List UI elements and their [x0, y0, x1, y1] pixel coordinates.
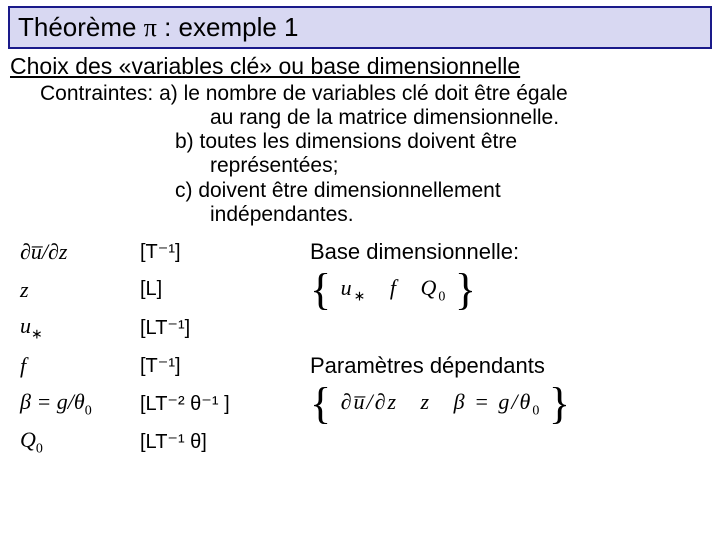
table-row: β = g/θ0 [LT⁻² θ⁻¹ ] { ∂u̅/∂z z β = g/θ0…: [20, 385, 720, 423]
dim-row4: [T⁻¹]: [140, 353, 310, 378]
symbol-dudz: ∂u̅/∂z: [20, 239, 140, 265]
dim-row1: [T⁻¹]: [140, 239, 310, 264]
table-row: f [T⁻¹] Paramètres dépendants: [20, 347, 720, 385]
symbol-z: z: [20, 277, 140, 303]
dim-row2: [L]: [140, 278, 310, 301]
constraint-c-line2: indépendantes.: [210, 203, 710, 227]
dim-row5: [LT⁻² θ⁻¹ ]: [140, 391, 310, 416]
table-row: ∂u̅/∂z [T⁻¹] Base dimensionnelle:: [20, 233, 720, 271]
constraints-block: Contraintes: a) le nombre de variables c…: [40, 82, 710, 227]
dep-label: Paramètres dépendants: [310, 353, 545, 379]
constraint-a-line1: a) le nombre de variables clé doit être …: [159, 82, 568, 105]
constraint-a-line2: au rang de la matrice dimensionnelle.: [210, 106, 710, 130]
variable-table: ∂u̅/∂z [T⁻¹] Base dimensionnelle: z [L] …: [20, 233, 720, 461]
table-row: z [L] { u∗ f Q0 }: [20, 271, 720, 309]
constraint-c-line1: c) doivent être dimensionnellement: [175, 179, 710, 203]
pi-symbol: π: [144, 13, 157, 42]
subtitle: Choix des «variables clé» ou base dimens…: [10, 53, 710, 80]
table-row: Q0 [LT⁻¹ θ]: [20, 423, 720, 461]
table-row: u∗ [LT⁻¹]: [20, 309, 720, 347]
title-text-2: : exemple 1: [157, 12, 299, 42]
title-text-1: Théorème: [18, 12, 144, 42]
slide-title: Théorème π : exemple 1: [8, 6, 712, 49]
constraint-b-line1: b) toutes les dimensions doivent être: [175, 130, 710, 154]
constraint-b-line2: représentées;: [210, 154, 710, 178]
symbol-Q0: Q0: [20, 427, 140, 457]
base-set: { u∗ f Q0 }: [310, 275, 478, 305]
symbol-f: f: [20, 353, 140, 379]
dep-set: { ∂u̅/∂z z β = g/θ0 }: [310, 389, 572, 419]
base-label: Base dimensionnelle:: [310, 239, 519, 265]
dim-row6: [LT⁻¹ θ]: [140, 429, 310, 454]
symbol-ustar: u∗: [20, 313, 140, 343]
constraints-lead: Contraintes:: [40, 82, 159, 105]
dim-row3: [LT⁻¹]: [140, 315, 310, 340]
symbol-beta: β = g/θ0: [20, 389, 140, 419]
